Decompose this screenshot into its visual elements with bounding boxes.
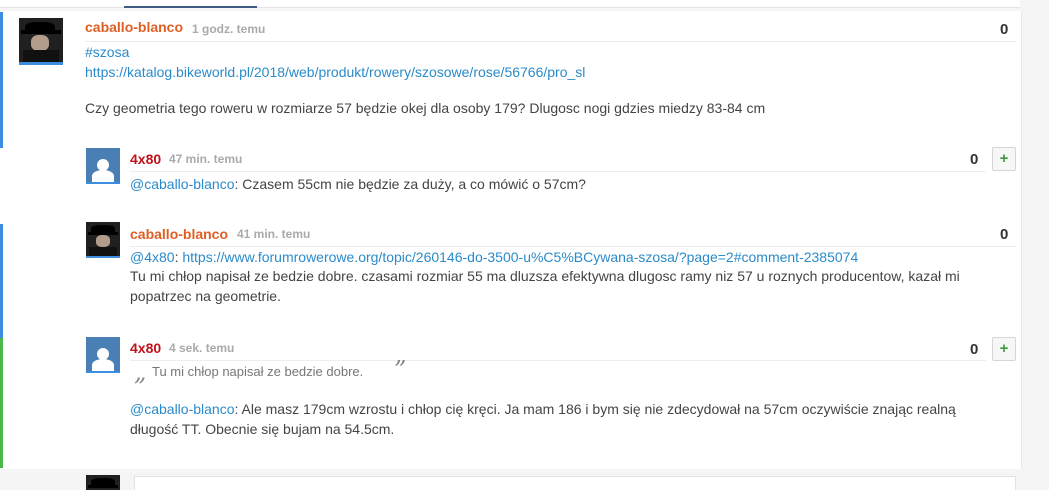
quote-open-mark: „ xyxy=(134,358,147,386)
mention-link[interactable]: @4x80 xyxy=(130,249,175,265)
entry-body: Czy geometria tego roweru w rozmiarze 57… xyxy=(85,100,766,116)
avatar-underline xyxy=(86,371,120,373)
comment-header-divider xyxy=(130,360,986,361)
default-avatar-icon[interactable] xyxy=(86,148,120,182)
mention-link[interactable]: @caballo-blanco xyxy=(130,401,235,417)
mention-link[interactable]: @caballo-blanco xyxy=(130,176,235,192)
entry-header-divider xyxy=(85,41,1017,42)
reply-textarea[interactable] xyxy=(134,476,1016,490)
comment-left-bar-new xyxy=(0,338,3,468)
comment-votes: 0 xyxy=(970,341,979,358)
comment-time[interactable]: 41 min. temu xyxy=(237,227,310,241)
avatar-underline xyxy=(86,256,120,258)
entry-link[interactable]: https://katalog.bikeworld.pl/2018/web/pr… xyxy=(85,64,585,80)
avatar-underline xyxy=(86,182,120,184)
comment-author[interactable]: 4x80 xyxy=(130,151,161,167)
active-tab-indicator xyxy=(124,6,257,8)
scrollbar[interactable] xyxy=(1036,0,1049,490)
entry-url[interactable]: https://katalog.bikeworld.pl/2018/web/pr… xyxy=(85,62,585,82)
comment-body: @caballo-blanco: Ale masz 179cm wzrostu … xyxy=(130,399,956,419)
entry-tag[interactable]: #szosa xyxy=(85,42,129,62)
entry-left-bar xyxy=(0,12,3,148)
entry-author[interactable]: caballo-blanco xyxy=(85,19,183,35)
quote-close-mark: ” xyxy=(394,356,407,384)
top-tab-bar xyxy=(0,0,1020,8)
tag-link[interactable]: #szosa xyxy=(85,44,129,60)
user-avatar-icon xyxy=(86,475,120,490)
comment-author[interactable]: caballo-blanco xyxy=(130,226,228,242)
comment-votes: 0 xyxy=(970,151,979,168)
default-avatar-icon[interactable] xyxy=(86,337,120,371)
comment-time[interactable]: 47 min. temu xyxy=(169,152,242,166)
comment-author[interactable]: 4x80 xyxy=(130,340,161,356)
user-avatar-icon[interactable] xyxy=(19,18,63,62)
avatar-underline xyxy=(19,62,63,65)
comment-text: długość TT. Obecnie się bujam na 54.5cm. xyxy=(130,421,395,437)
entry-votes: 0 xyxy=(1000,21,1009,38)
quoted-text: Tu mi chłop napisał ze bedzie dobre. xyxy=(152,364,364,379)
entry-time[interactable]: 1 godz. temu xyxy=(192,22,265,36)
comment-votes: 0 xyxy=(1000,226,1009,243)
vote-plus-button[interactable]: + xyxy=(992,147,1016,171)
user-avatar-icon[interactable] xyxy=(86,222,120,256)
comment-text: popatrzec na geometrie. xyxy=(130,288,281,304)
comment-left-bar xyxy=(0,224,3,338)
comment-body: @caballo-blanco: Czasem 55cm nie będzie … xyxy=(130,174,586,194)
comment-text: : Ale masz 179cm wzrostu i chłop cię krę… xyxy=(234,401,956,417)
comment-header-divider xyxy=(130,171,986,172)
comment-time[interactable]: 4 sek. temu xyxy=(169,341,234,355)
comment-text: Tu mi chłop napisał ze bedzie dobre. cza… xyxy=(130,268,960,284)
comment-text: : Czasem 55cm nie będzie za duży, a co m… xyxy=(234,176,586,192)
comment-url[interactable]: https://www.forumrowerowe.org/topic/2601… xyxy=(182,249,858,265)
comment-first-line: @4x80: https://www.forumrowerowe.org/top… xyxy=(130,247,858,267)
vote-plus-button[interactable]: + xyxy=(992,337,1016,361)
